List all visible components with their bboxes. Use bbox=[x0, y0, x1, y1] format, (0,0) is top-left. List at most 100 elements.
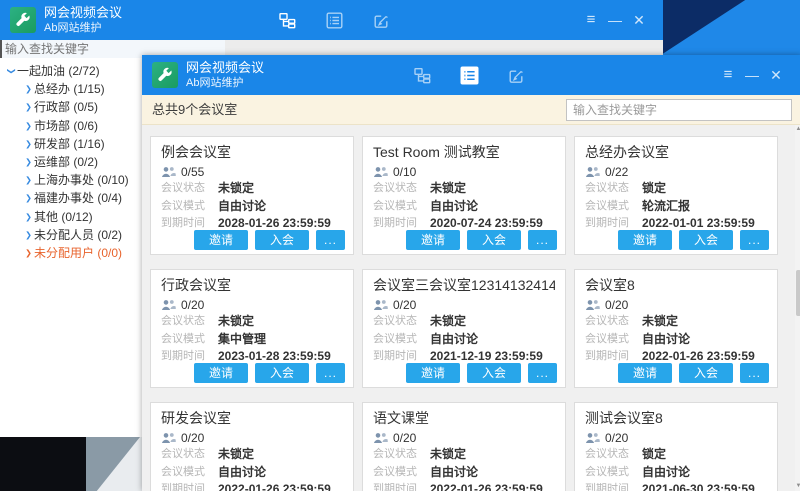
chevron-right-icon: ❯ bbox=[24, 154, 34, 170]
close-button[interactable]: ✕ bbox=[627, 0, 651, 40]
expire-value: 2021-06-30 23:59:59 bbox=[642, 481, 755, 491]
wrench-icon bbox=[14, 11, 32, 29]
app-icon bbox=[10, 7, 36, 33]
menu-button[interactable]: ≡ bbox=[579, 0, 603, 40]
invite-button[interactable]: 邀请 bbox=[406, 230, 460, 250]
invite-button[interactable]: 邀请 bbox=[406, 363, 460, 383]
status-value: 未锁定 bbox=[430, 313, 466, 331]
members-icon bbox=[161, 166, 176, 178]
join-button[interactable]: 入会 bbox=[255, 230, 309, 250]
room-name: 总经办会议室 bbox=[585, 142, 767, 162]
join-button[interactable]: 入会 bbox=[679, 363, 733, 383]
tree-node-unassigned-users[interactable]: ❯未分配用户 (0/0) bbox=[0, 244, 140, 262]
compose-edit-icon[interactable] bbox=[371, 10, 391, 30]
status-label: 会议状态 bbox=[373, 446, 430, 464]
mode-label: 会议模式 bbox=[161, 331, 218, 349]
room-search-input[interactable] bbox=[566, 99, 792, 121]
mode-value: 集中管理 bbox=[218, 331, 266, 349]
close-button[interactable]: ✕ bbox=[764, 55, 788, 95]
tree-node[interactable]: ❯市场部 (0/6) bbox=[0, 117, 140, 135]
invite-button[interactable]: 邀请 bbox=[194, 363, 248, 383]
expire-value: 2022-01-26 23:59:59 bbox=[218, 481, 331, 491]
more-button[interactable]: ... bbox=[528, 363, 557, 383]
more-button[interactable]: ... bbox=[740, 363, 769, 383]
tree-node[interactable]: ❯福建办事处 (0/4) bbox=[0, 189, 140, 207]
wallpaper-bottom-left bbox=[0, 437, 142, 491]
mode-value: 自由讨论 bbox=[430, 464, 478, 482]
join-button[interactable]: 入会 bbox=[467, 363, 521, 383]
room-card: 语文课堂 0/20 会议状态未锁定 会议模式自由讨论 到期时间2022-01-2… bbox=[362, 402, 566, 491]
members-icon bbox=[373, 166, 388, 178]
room-card: 例会会议室 0/55 会议状态未锁定 会议模式自由讨论 到期时间2028-01-… bbox=[150, 136, 354, 255]
tree-node[interactable]: ❯研发部 (1/16) bbox=[0, 135, 140, 153]
members-icon bbox=[373, 299, 388, 311]
join-button[interactable]: 入会 bbox=[679, 230, 733, 250]
tree-node[interactable]: ❯行政部 (0/5) bbox=[0, 98, 140, 116]
room-name: 会议室8 bbox=[585, 275, 767, 295]
status-value: 未锁定 bbox=[218, 180, 254, 198]
room-card: 会议室三会议室123141324141三会... 0/20 会议状态未锁定 会议… bbox=[362, 269, 566, 388]
invite-button[interactable]: 邀请 bbox=[618, 230, 672, 250]
room-name: 研发会议室 bbox=[161, 408, 343, 428]
room-list-view-icon[interactable] bbox=[324, 10, 344, 30]
vertical-scrollbar[interactable]: ▲ ▼ bbox=[795, 125, 800, 491]
mode-label: 会议模式 bbox=[161, 198, 218, 216]
wallpaper-black-block bbox=[0, 437, 86, 491]
room-card: 会议室8 0/20 会议状态未锁定 会议模式自由讨论 到期时间2022-01-2… bbox=[574, 269, 778, 388]
room-card: Test Room 测试教室 0/10 会议状态未锁定 会议模式自由讨论 到期时… bbox=[362, 136, 566, 255]
mode-label: 会议模式 bbox=[373, 198, 430, 216]
join-button[interactable]: 入会 bbox=[467, 230, 521, 250]
members-icon bbox=[161, 299, 176, 311]
members-icon bbox=[373, 432, 388, 444]
tree-node-root[interactable]: ❯一起加油 (2/72) bbox=[0, 62, 140, 80]
chevron-right-icon: ❯ bbox=[24, 136, 34, 152]
mode-label: 会议模式 bbox=[373, 464, 430, 482]
status-value: 未锁定 bbox=[218, 446, 254, 464]
more-button[interactable]: ... bbox=[316, 363, 345, 383]
members-icon bbox=[585, 166, 600, 178]
tree-node[interactable]: ❯未分配人员 (0/2) bbox=[0, 226, 140, 244]
wallpaper-top-right bbox=[663, 0, 800, 57]
member-count: 0/20 bbox=[181, 431, 204, 445]
menu-button[interactable]: ≡ bbox=[716, 55, 740, 95]
status-label: 会议状态 bbox=[585, 313, 642, 331]
scrollbar-thumb[interactable] bbox=[796, 270, 800, 316]
join-button[interactable]: 入会 bbox=[255, 363, 309, 383]
invite-button[interactable]: 邀请 bbox=[194, 230, 248, 250]
mode-label: 会议模式 bbox=[585, 198, 642, 216]
app-title: 网会视频会议 bbox=[44, 5, 122, 21]
mode-value: 自由讨论 bbox=[430, 331, 478, 349]
more-button[interactable]: ... bbox=[740, 230, 769, 250]
room-name: 语文课堂 bbox=[373, 408, 555, 428]
org-tree-view-icon[interactable] bbox=[412, 65, 432, 85]
minimize-button[interactable]: — bbox=[740, 55, 764, 95]
chevron-right-icon: ❯ bbox=[24, 172, 34, 188]
invite-button[interactable]: 邀请 bbox=[618, 363, 672, 383]
tree-node[interactable]: ❯其他 (0/12) bbox=[0, 208, 140, 226]
expire-label: 到期时间 bbox=[161, 481, 218, 491]
scroll-down-icon[interactable]: ▼ bbox=[795, 482, 800, 491]
more-button[interactable]: ... bbox=[528, 230, 557, 250]
org-tree: ❯一起加油 (2/72) ❯总经办 (1/15) ❯行政部 (0/5) ❯市场部… bbox=[0, 62, 140, 262]
room-list-view-icon[interactable] bbox=[459, 65, 479, 85]
tree-node[interactable]: ❯运维部 (0/2) bbox=[0, 153, 140, 171]
desktop: 网会视频会议 Ab网站维护 ≡ — ✕ bbox=[0, 0, 800, 491]
room-name: 例会会议室 bbox=[161, 142, 343, 162]
scroll-up-icon[interactable]: ▲ bbox=[795, 125, 800, 134]
tree-node[interactable]: ❯上海办事处 (0/10) bbox=[0, 171, 140, 189]
app-title: 网会视频会议 bbox=[186, 60, 264, 76]
summary-bar: 总共9个会议室 bbox=[142, 95, 800, 125]
app-subtitle: Ab网站维护 bbox=[186, 76, 264, 90]
mode-value: 自由讨论 bbox=[642, 464, 690, 482]
org-tree-view-icon[interactable] bbox=[277, 10, 297, 30]
room-card-grid: 例会会议室 0/55 会议状态未锁定 会议模式自由讨论 到期时间2028-01-… bbox=[142, 125, 800, 491]
compose-edit-icon[interactable] bbox=[506, 65, 526, 85]
minimize-button[interactable]: — bbox=[603, 0, 627, 40]
tree-node[interactable]: ❯总经办 (1/15) bbox=[0, 80, 140, 98]
mode-label: 会议模式 bbox=[585, 464, 642, 482]
members-icon bbox=[585, 432, 600, 444]
more-button[interactable]: ... bbox=[316, 230, 345, 250]
room-card: 测试会议室8 0/20 会议状态锁定 会议模式自由讨论 到期时间2021-06-… bbox=[574, 402, 778, 491]
wrench-icon bbox=[156, 66, 174, 84]
status-value: 未锁定 bbox=[430, 446, 466, 464]
